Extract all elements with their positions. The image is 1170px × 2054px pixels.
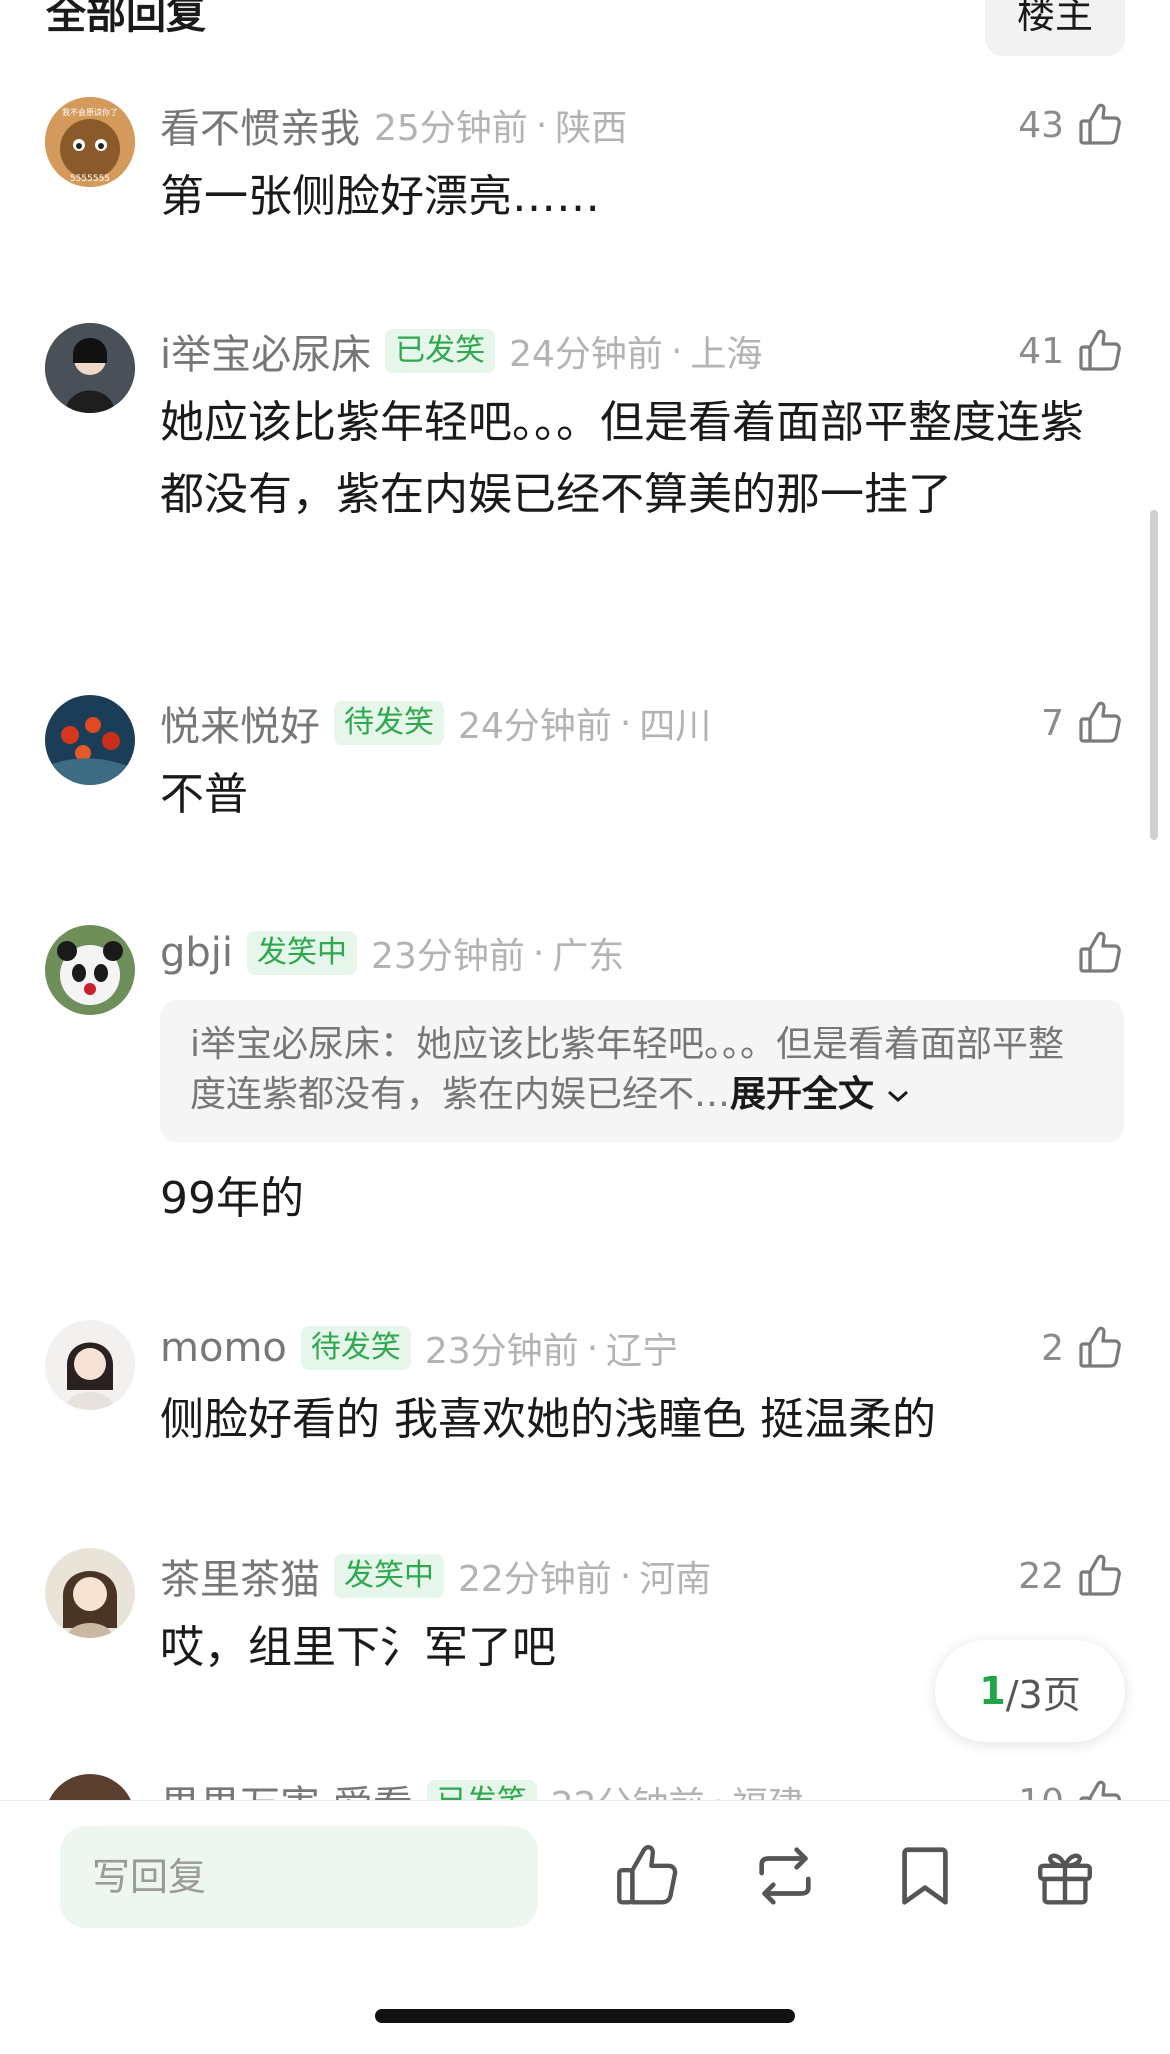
location: 上海 <box>690 334 763 375</box>
like-button[interactable]: 41 <box>1018 323 1124 379</box>
like-button[interactable]: 10 <box>1018 1774 1124 1800</box>
timestamp: 25分钟前 <box>374 108 528 149</box>
like-button[interactable]: 2 <box>1041 1320 1124 1376</box>
home-indicator[interactable] <box>375 2009 795 2023</box>
like-count: 10 <box>1018 1782 1064 1801</box>
gift-icon[interactable] <box>1030 1841 1100 1911</box>
thumbs-up-icon[interactable] <box>612 1841 682 1911</box>
like-count: 43 <box>1018 104 1064 146</box>
thumbs-up-icon <box>1076 1552 1124 1600</box>
username[interactable]: 果果万害 爱看 <box>160 1773 413 1800</box>
like-count: 41 <box>1018 330 1064 372</box>
avatar[interactable] <box>45 1774 135 1800</box>
like-count: 2 <box>1041 1327 1064 1369</box>
comment-meta: 看不惯亲我 25分钟前 · 陕西 <box>160 97 627 153</box>
status-badge: 发笑中 <box>247 931 358 975</box>
status-badge: 待发笑 <box>334 701 444 745</box>
status-badge: 发笑中 <box>334 1554 444 1598</box>
expand-full-text-link[interactable]: 展开全文 <box>730 1074 874 1115</box>
username[interactable]: 茶里茶猫 <box>160 1547 320 1605</box>
comment-text: 第一张侧脸好漂亮…… <box>160 171 600 222</box>
quoted-reply[interactable]: i举宝必尿床：她应该比紫年轻吧。。。但是看着面部平整度连紫都没有，紫在内娱已经不… <box>160 1000 1124 1142</box>
location: 陕西 <box>555 108 628 149</box>
timestamp: 23分钟前 <box>424 1331 579 1372</box>
location: 辽宁 <box>606 1331 679 1372</box>
comment-meta: momo 待发笑 23分钟前 · 辽宁 <box>160 1320 678 1376</box>
location: 广东 <box>552 936 625 977</box>
comment-meta: 茶里茶猫 发笑中 22分钟前 · 河南 <box>160 1548 711 1604</box>
comment-meta: i举宝必尿床 已发笑 24分钟前 · 上海 <box>160 323 762 379</box>
comment-text: 她应该比紫年轻吧。。。但是看着面部平整度连紫都没有，紫在内娱已经不算美的那一挂了 <box>160 397 1084 520</box>
like-button[interactable]: 7 <box>1041 695 1124 751</box>
timestamp: 23分钟前 <box>371 936 525 977</box>
header: 全部回复 楼主 <box>0 0 1170 70</box>
comment-text: 99年的 <box>160 1173 304 1224</box>
username[interactable]: i举宝必尿床 <box>160 322 371 380</box>
avatar[interactable] <box>45 695 135 785</box>
comment-meta: gbji 发笑中 23分钟前 · 广东 <box>160 925 624 981</box>
reply-input[interactable]: 写回复 <box>60 1826 538 1928</box>
total-pages: /3页 <box>1005 1672 1081 1717</box>
comment-meta: 果果万害 爱看 已发笑 22分钟前 · 福建 <box>160 1774 804 1800</box>
thumbs-up-icon <box>1076 327 1124 375</box>
thumbs-up-icon <box>1076 1778 1124 1800</box>
location: 福建 <box>732 1776 804 1800</box>
like-count: 22 <box>1018 1555 1064 1597</box>
thumbs-up-icon <box>1076 101 1124 149</box>
like-button[interactable] <box>1064 925 1124 981</box>
status-badge: 已发笑 <box>426 1780 537 1800</box>
like-count: 7 <box>1041 702 1064 744</box>
timestamp: 24分钟前 <box>458 706 612 747</box>
status-badge: 待发笑 <box>300 1326 411 1370</box>
current-page: 1 <box>979 1669 1006 1713</box>
comment-text: 不普 <box>160 769 248 820</box>
username[interactable]: 悦来悦好 <box>160 694 320 752</box>
comment-text: 侧脸好看的 我喜欢她的浅瞳色 挺温柔的 <box>160 1394 936 1445</box>
timestamp: 22分钟前 <box>551 1776 705 1800</box>
avatar[interactable] <box>45 925 135 1015</box>
status-badge: 已发笑 <box>385 329 496 373</box>
quote-author: i举宝必尿床： <box>190 1024 417 1065</box>
thumbs-up-icon <box>1076 929 1124 977</box>
thumbs-up-icon <box>1076 699 1124 747</box>
comment-item-partial: 果果万害 爱看 已发笑 22分钟前 · 福建 10 <box>0 1770 1170 1800</box>
chevron-down-icon <box>888 1090 909 1103</box>
location: 河南 <box>639 1559 712 1600</box>
timestamp: 24分钟前 <box>509 334 663 375</box>
svg-text:5555555: 5555555 <box>70 174 110 184</box>
repost-icon[interactable] <box>750 1841 820 1911</box>
location: 四川 <box>639 706 712 747</box>
username[interactable]: momo <box>160 1325 287 1371</box>
comment-meta: 悦来悦好 待发笑 24分钟前 · 四川 <box>160 695 711 751</box>
owner-filter-button[interactable]: 楼主 <box>985 0 1125 56</box>
username[interactable]: 看不惯亲我 <box>160 96 360 154</box>
page-title: 全部回复 <box>46 0 206 38</box>
scrollbar[interactable] <box>1150 510 1158 840</box>
username[interactable]: gbji <box>160 930 233 976</box>
avatar[interactable] <box>45 1548 135 1638</box>
page-indicator[interactable]: 1/3页 <box>935 1640 1125 1742</box>
avatar[interactable] <box>45 1320 135 1410</box>
avatar[interactable] <box>45 323 135 413</box>
svg-text:我不会原谅你了: 我不会原谅你了 <box>62 107 118 117</box>
like-button[interactable]: 22 <box>1018 1548 1124 1604</box>
avatar[interactable]: 我不会原谅你了 5555555 <box>45 97 135 187</box>
thumbs-up-icon <box>1076 1324 1124 1372</box>
bottom-action-bar: 写回复 <box>0 1800 1170 2054</box>
like-button[interactable]: 43 <box>1018 97 1124 153</box>
timestamp: 22分钟前 <box>458 1559 612 1600</box>
bookmark-icon[interactable] <box>890 1841 960 1911</box>
